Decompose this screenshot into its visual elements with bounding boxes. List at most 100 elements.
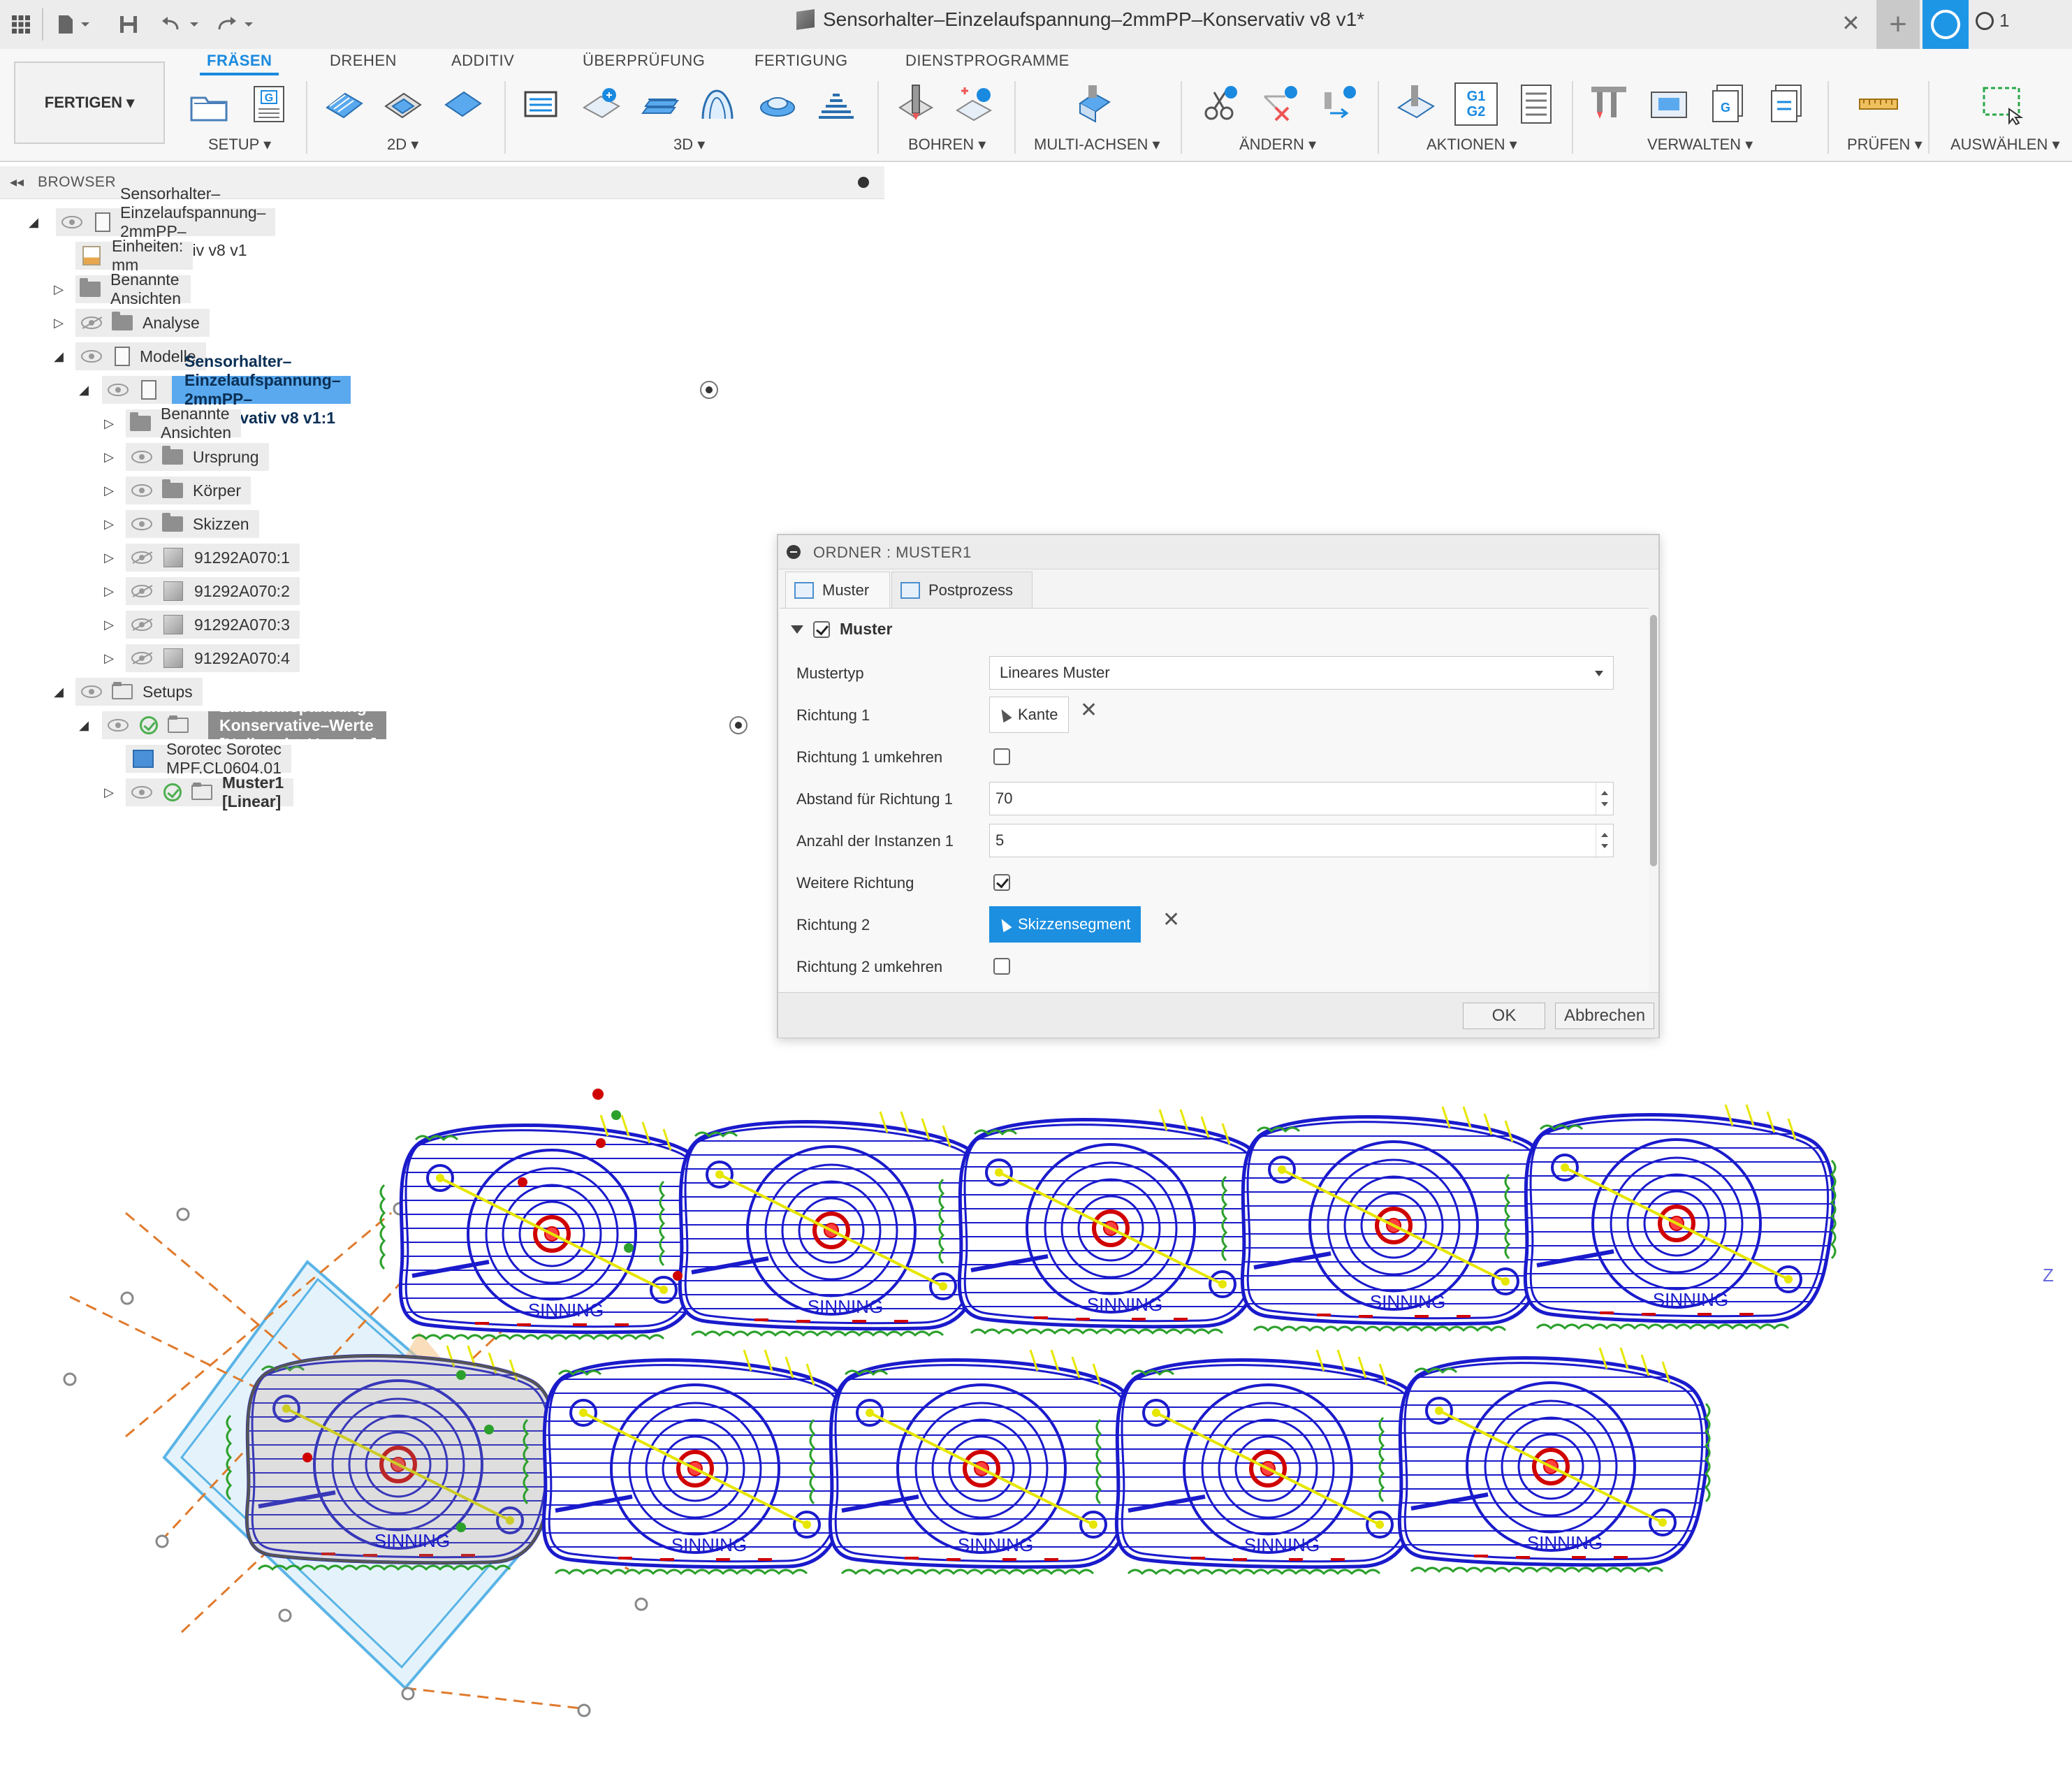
cut-toolpath-icon[interactable]: [1199, 82, 1242, 126]
undo-icon[interactable]: [159, 7, 204, 42]
group-pruefen[interactable]: PRÜFEN ▾: [1847, 136, 1923, 154]
tree-model-component-pill[interactable]: Sensorhalter–Einzelaufspannung–2mmPP–Kon…: [172, 352, 351, 427]
spacing1-input[interactable]: 70: [989, 782, 1614, 815]
expand-toggle-icon[interactable]: ▷: [102, 450, 116, 465]
templates-icon[interactable]: [1766, 82, 1809, 126]
tree-setup-pill[interactable]: Einzelaufspannung–Konservative–Werte [Nu…: [208, 697, 387, 753]
expand-toggle-icon[interactable]: ◢: [52, 349, 66, 364]
machine-library-icon[interactable]: [1647, 82, 1691, 126]
expand-toggle-icon[interactable]: ▷: [102, 517, 116, 532]
hole-recognition-icon[interactable]: [953, 82, 996, 126]
toolpath-canvas[interactable]: SINNING SINNING SINNING SINNING SINNING …: [0, 1038, 2072, 1771]
sync-icon[interactable]: [1923, 0, 1969, 49]
delete-toolpath-icon[interactable]: [1259, 82, 1302, 126]
tab-drehen[interactable]: DREHEN: [330, 52, 397, 70]
close-tab-icon[interactable]: ✕: [1841, 10, 1860, 36]
move-toolpath-icon[interactable]: [1318, 82, 1361, 126]
tree-part-pill[interactable]: 91292A070:1: [126, 544, 300, 572]
section-muster[interactable]: Muster: [791, 620, 892, 639]
count1-input[interactable]: 5: [989, 824, 1614, 857]
direction1-flip-checkbox[interactable]: [993, 748, 1010, 765]
expand-toggle-icon[interactable]: ▷: [52, 316, 66, 330]
visibility-hidden-icon[interactable]: [131, 652, 152, 664]
direction2-flip-checkbox[interactable]: [993, 958, 1010, 975]
3d-contour-icon[interactable]: [696, 82, 739, 126]
tree-part-pill[interactable]: 91292A070:3: [126, 611, 300, 639]
visibility-hidden-icon[interactable]: [131, 585, 152, 597]
tree-setups-pill[interactable]: Setups: [75, 678, 203, 706]
simulate-icon[interactable]: [1394, 82, 1438, 126]
pattern-instance[interactable]: SINNING: [1505, 1105, 1837, 1328]
post-library-icon[interactable]: G: [1707, 82, 1751, 126]
tree-pattern-pill[interactable]: Muster1 [Linear]: [126, 773, 294, 810]
select-window-icon[interactable]: [1981, 82, 2024, 126]
tree-bodies-pill[interactable]: Körper: [126, 477, 251, 504]
expand-toggle-icon[interactable]: ▷: [102, 584, 116, 599]
visibility-eye-icon[interactable]: [108, 384, 129, 396]
tab-dienstprogramme[interactable]: DIENSTPROGRAMME: [905, 52, 1070, 70]
measure-icon[interactable]: [1857, 82, 1900, 126]
pattern-instance[interactable]: SINNING: [810, 1350, 1142, 1573]
visibility-eye-icon[interactable]: [131, 518, 152, 530]
tree-part-pill[interactable]: 91292A070:2: [126, 577, 300, 605]
tree-root-pill[interactable]: Sensorhalter–Einzelaufspannung–2mmPP–Kon…: [56, 184, 276, 259]
pattern-instance[interactable]: SINNING: [524, 1350, 856, 1573]
browser-minimize-icon[interactable]: [858, 177, 869, 188]
setup-sheet-report-icon[interactable]: [1515, 82, 1558, 126]
tree-analysis-pill[interactable]: Analyse: [75, 309, 210, 337]
activate-radio-icon[interactable]: [700, 381, 718, 399]
dialog-minimize-icon[interactable]: [787, 545, 801, 559]
collapse-triangle-icon[interactable]: [791, 625, 803, 634]
group-aktionen[interactable]: AKTIONEN ▾: [1427, 136, 1517, 154]
expand-toggle-icon[interactable]: ▷: [102, 484, 116, 498]
tree-model-named-views-pill[interactable]: Benannte Ansichten: [126, 405, 241, 442]
tab-muster[interactable]: Muster: [785, 572, 890, 608]
tree-origin-pill[interactable]: Ursprung: [126, 443, 269, 471]
tab-postprozess[interactable]: Postprozess: [891, 572, 1033, 608]
tree-units-pill[interactable]: Einheiten: mm: [75, 237, 194, 274]
section-muster-checkbox[interactable]: [813, 620, 830, 638]
expand-toggle-icon[interactable]: ◢: [27, 215, 41, 230]
pattern-instance[interactable]: SINNING: [1223, 1107, 1554, 1330]
tab-additiv[interactable]: ADDITIV: [451, 52, 514, 70]
direction1-selector[interactable]: Kante: [989, 697, 1069, 733]
expand-toggle-icon[interactable]: ▷: [102, 618, 116, 632]
visibility-eye-icon[interactable]: [81, 350, 102, 363]
tree-named-views-pill[interactable]: Benannte Ansichten: [75, 270, 191, 307]
file-menu-icon[interactable]: [53, 7, 95, 42]
visibility-eye-icon[interactable]: [61, 216, 82, 228]
ok-button[interactable]: OK: [1463, 1003, 1545, 1029]
tool-library-icon[interactable]: [1587, 82, 1630, 126]
pattern-instance[interactable]: SINNING: [940, 1110, 1271, 1333]
save-icon[interactable]: [116, 7, 141, 42]
pattern-type-select[interactable]: Lineares Muster: [989, 656, 1614, 690]
expand-toggle-icon[interactable]: ◢: [77, 718, 91, 733]
3d-pocket-clearing-icon[interactable]: [580, 82, 623, 126]
expand-toggle-icon[interactable]: ▷: [102, 785, 116, 800]
dialog-title-bar[interactable]: ORDNER : MUSTER1: [778, 535, 1658, 569]
dialog-scrollbar[interactable]: [1650, 611, 1657, 989]
group-3d[interactable]: 3D ▾: [673, 136, 705, 154]
setup-folder-icon[interactable]: [187, 82, 231, 126]
direction2-selector[interactable]: Skizzensegment: [989, 906, 1141, 943]
pattern-instance[interactable]: SINNING: [1097, 1350, 1429, 1573]
group-aendern[interactable]: ÄNDERN ▾: [1239, 136, 1316, 154]
group-auswaehlen[interactable]: AUSWÄHLEN ▾: [1950, 136, 2060, 154]
spinner-arrows-icon[interactable]: [1596, 783, 1613, 815]
expand-toggle-icon[interactable]: ◢: [52, 685, 66, 699]
group-multi-achsen[interactable]: MULTI-ACHSEN ▾: [1034, 136, 1160, 154]
3d-scallop-icon[interactable]: [756, 82, 799, 126]
group-setup[interactable]: SETUP ▾: [208, 136, 271, 154]
pattern-instance-original[interactable]: SINNING: [227, 1346, 559, 1569]
visibility-hidden-icon[interactable]: [81, 317, 102, 329]
cancel-button[interactable]: Abbrechen: [1555, 1003, 1654, 1029]
new-tab-button[interactable]: +: [1876, 0, 1920, 49]
tree-part-pill[interactable]: 91292A070:4: [126, 644, 300, 672]
drill-icon[interactable]: [894, 82, 937, 126]
workspace-switcher-button[interactable]: FERTIGEN ▾: [14, 61, 165, 144]
2d-face-icon[interactable]: [442, 82, 485, 126]
visibility-eye-icon[interactable]: [131, 484, 152, 497]
expand-toggle-icon[interactable]: ▷: [102, 416, 116, 431]
expand-toggle-icon[interactable]: ▷: [102, 551, 116, 565]
expand-toggle-icon[interactable]: ◢: [77, 383, 91, 398]
